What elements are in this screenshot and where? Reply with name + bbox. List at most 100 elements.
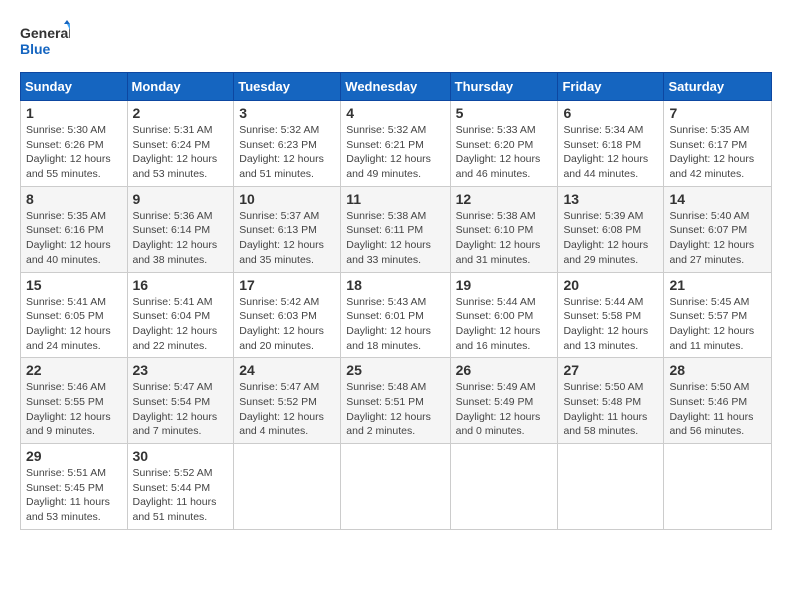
day-number: 13	[563, 191, 658, 207]
calendar-cell: 10 Sunrise: 5:37 AMSunset: 6:13 PMDaylig…	[234, 186, 341, 272]
day-number: 24	[239, 362, 335, 378]
day-info: Sunrise: 5:34 AMSunset: 6:18 PMDaylight:…	[563, 123, 658, 182]
day-info: Sunrise: 5:49 AMSunset: 5:49 PMDaylight:…	[456, 380, 553, 439]
day-number: 17	[239, 277, 335, 293]
day-number: 29	[26, 448, 122, 464]
calendar-cell: 26 Sunrise: 5:49 AMSunset: 5:49 PMDaylig…	[450, 358, 558, 444]
day-info: Sunrise: 5:52 AMSunset: 5:44 PMDaylight:…	[133, 466, 229, 525]
day-number: 9	[133, 191, 229, 207]
day-number: 23	[133, 362, 229, 378]
calendar-cell: 17 Sunrise: 5:42 AMSunset: 6:03 PMDaylig…	[234, 272, 341, 358]
day-number: 3	[239, 105, 335, 121]
day-number: 10	[239, 191, 335, 207]
day-number: 26	[456, 362, 553, 378]
day-number: 18	[346, 277, 444, 293]
day-info: Sunrise: 5:46 AMSunset: 5:55 PMDaylight:…	[26, 380, 122, 439]
svg-text:General: General	[20, 25, 70, 41]
day-number: 16	[133, 277, 229, 293]
logo: General Blue	[20, 20, 70, 64]
day-info: Sunrise: 5:36 AMSunset: 6:14 PMDaylight:…	[133, 209, 229, 268]
calendar-cell: 22 Sunrise: 5:46 AMSunset: 5:55 PMDaylig…	[21, 358, 128, 444]
calendar-cell: 7 Sunrise: 5:35 AMSunset: 6:17 PMDayligh…	[664, 101, 772, 187]
day-number: 21	[669, 277, 766, 293]
calendar-table: SundayMondayTuesdayWednesdayThursdayFrid…	[20, 72, 772, 530]
col-header-tuesday: Tuesday	[234, 73, 341, 101]
calendar-cell: 15 Sunrise: 5:41 AMSunset: 6:05 PMDaylig…	[21, 272, 128, 358]
calendar-cell: 25 Sunrise: 5:48 AMSunset: 5:51 PMDaylig…	[341, 358, 450, 444]
header: General Blue	[20, 20, 772, 64]
calendar-cell: 19 Sunrise: 5:44 AMSunset: 6:00 PMDaylig…	[450, 272, 558, 358]
day-info: Sunrise: 5:31 AMSunset: 6:24 PMDaylight:…	[133, 123, 229, 182]
day-number: 30	[133, 448, 229, 464]
day-number: 22	[26, 362, 122, 378]
calendar-cell: 1 Sunrise: 5:30 AMSunset: 6:26 PMDayligh…	[21, 101, 128, 187]
calendar-cell: 5 Sunrise: 5:33 AMSunset: 6:20 PMDayligh…	[450, 101, 558, 187]
day-number: 4	[346, 105, 444, 121]
day-info: Sunrise: 5:48 AMSunset: 5:51 PMDaylight:…	[346, 380, 444, 439]
day-number: 15	[26, 277, 122, 293]
calendar-cell: 3 Sunrise: 5:32 AMSunset: 6:23 PMDayligh…	[234, 101, 341, 187]
calendar-cell: 18 Sunrise: 5:43 AMSunset: 6:01 PMDaylig…	[341, 272, 450, 358]
week-row-5: 29 Sunrise: 5:51 AMSunset: 5:45 PMDaylig…	[21, 444, 772, 530]
calendar-cell	[450, 444, 558, 530]
day-info: Sunrise: 5:30 AMSunset: 6:26 PMDaylight:…	[26, 123, 122, 182]
col-header-thursday: Thursday	[450, 73, 558, 101]
day-number: 11	[346, 191, 444, 207]
day-number: 8	[26, 191, 122, 207]
week-row-1: 1 Sunrise: 5:30 AMSunset: 6:26 PMDayligh…	[21, 101, 772, 187]
day-number: 27	[563, 362, 658, 378]
day-number: 14	[669, 191, 766, 207]
calendar-cell: 4 Sunrise: 5:32 AMSunset: 6:21 PMDayligh…	[341, 101, 450, 187]
day-number: 12	[456, 191, 553, 207]
day-info: Sunrise: 5:44 AMSunset: 5:58 PMDaylight:…	[563, 295, 658, 354]
col-header-wednesday: Wednesday	[341, 73, 450, 101]
calendar-cell: 9 Sunrise: 5:36 AMSunset: 6:14 PMDayligh…	[127, 186, 234, 272]
calendar-cell	[558, 444, 664, 530]
day-info: Sunrise: 5:35 AMSunset: 6:16 PMDaylight:…	[26, 209, 122, 268]
calendar-cell	[234, 444, 341, 530]
logo-svg: General Blue	[20, 20, 70, 64]
day-info: Sunrise: 5:41 AMSunset: 6:05 PMDaylight:…	[26, 295, 122, 354]
calendar-cell: 21 Sunrise: 5:45 AMSunset: 5:57 PMDaylig…	[664, 272, 772, 358]
day-info: Sunrise: 5:33 AMSunset: 6:20 PMDaylight:…	[456, 123, 553, 182]
header-row: SundayMondayTuesdayWednesdayThursdayFrid…	[21, 73, 772, 101]
calendar-cell: 11 Sunrise: 5:38 AMSunset: 6:11 PMDaylig…	[341, 186, 450, 272]
calendar-cell: 6 Sunrise: 5:34 AMSunset: 6:18 PMDayligh…	[558, 101, 664, 187]
day-number: 6	[563, 105, 658, 121]
calendar-cell: 12 Sunrise: 5:38 AMSunset: 6:10 PMDaylig…	[450, 186, 558, 272]
svg-text:Blue: Blue	[20, 41, 51, 57]
calendar-cell: 14 Sunrise: 5:40 AMSunset: 6:07 PMDaylig…	[664, 186, 772, 272]
day-info: Sunrise: 5:50 AMSunset: 5:48 PMDaylight:…	[563, 380, 658, 439]
calendar-cell: 23 Sunrise: 5:47 AMSunset: 5:54 PMDaylig…	[127, 358, 234, 444]
day-info: Sunrise: 5:35 AMSunset: 6:17 PMDaylight:…	[669, 123, 766, 182]
col-header-sunday: Sunday	[21, 73, 128, 101]
day-number: 5	[456, 105, 553, 121]
col-header-saturday: Saturday	[664, 73, 772, 101]
calendar-cell: 2 Sunrise: 5:31 AMSunset: 6:24 PMDayligh…	[127, 101, 234, 187]
day-info: Sunrise: 5:43 AMSunset: 6:01 PMDaylight:…	[346, 295, 444, 354]
day-info: Sunrise: 5:38 AMSunset: 6:11 PMDaylight:…	[346, 209, 444, 268]
week-row-2: 8 Sunrise: 5:35 AMSunset: 6:16 PMDayligh…	[21, 186, 772, 272]
day-number: 7	[669, 105, 766, 121]
calendar-cell	[664, 444, 772, 530]
day-info: Sunrise: 5:45 AMSunset: 5:57 PMDaylight:…	[669, 295, 766, 354]
col-header-friday: Friday	[558, 73, 664, 101]
day-info: Sunrise: 5:38 AMSunset: 6:10 PMDaylight:…	[456, 209, 553, 268]
calendar-cell: 30 Sunrise: 5:52 AMSunset: 5:44 PMDaylig…	[127, 444, 234, 530]
calendar-cell: 13 Sunrise: 5:39 AMSunset: 6:08 PMDaylig…	[558, 186, 664, 272]
day-info: Sunrise: 5:42 AMSunset: 6:03 PMDaylight:…	[239, 295, 335, 354]
day-info: Sunrise: 5:41 AMSunset: 6:04 PMDaylight:…	[133, 295, 229, 354]
day-info: Sunrise: 5:37 AMSunset: 6:13 PMDaylight:…	[239, 209, 335, 268]
day-info: Sunrise: 5:50 AMSunset: 5:46 PMDaylight:…	[669, 380, 766, 439]
calendar-cell: 16 Sunrise: 5:41 AMSunset: 6:04 PMDaylig…	[127, 272, 234, 358]
day-info: Sunrise: 5:39 AMSunset: 6:08 PMDaylight:…	[563, 209, 658, 268]
calendar-cell	[341, 444, 450, 530]
day-number: 19	[456, 277, 553, 293]
week-row-3: 15 Sunrise: 5:41 AMSunset: 6:05 PMDaylig…	[21, 272, 772, 358]
day-info: Sunrise: 5:47 AMSunset: 5:54 PMDaylight:…	[133, 380, 229, 439]
day-info: Sunrise: 5:51 AMSunset: 5:45 PMDaylight:…	[26, 466, 122, 525]
calendar-cell: 8 Sunrise: 5:35 AMSunset: 6:16 PMDayligh…	[21, 186, 128, 272]
day-number: 1	[26, 105, 122, 121]
day-info: Sunrise: 5:47 AMSunset: 5:52 PMDaylight:…	[239, 380, 335, 439]
day-info: Sunrise: 5:44 AMSunset: 6:00 PMDaylight:…	[456, 295, 553, 354]
